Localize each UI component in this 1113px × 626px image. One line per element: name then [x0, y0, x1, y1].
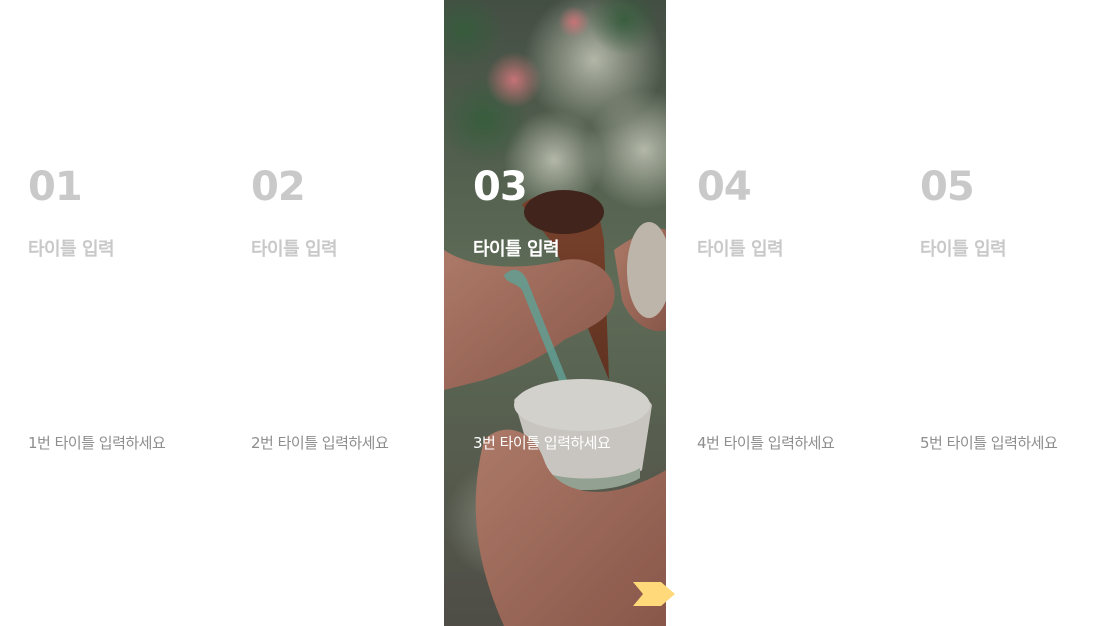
- slide-title: 타이틀 입력: [920, 239, 1007, 260]
- slide-description: 5번 타이틀 입력하세요: [920, 434, 1058, 452]
- ice-cream-photo: [444, 0, 666, 626]
- slide-panel-1[interactable]: 01 타이틀 입력 1번 타이틀 입력하세요: [0, 0, 222, 626]
- slide-title: 타이틀 입력: [697, 239, 784, 260]
- slide-number: 02: [251, 164, 306, 210]
- slide-number: 05: [920, 164, 975, 210]
- slide-title: 타이틀 입력: [251, 239, 338, 260]
- slide-number: 03: [473, 164, 528, 210]
- slide-panel-2[interactable]: 02 타이틀 입력 2번 타이틀 입력하세요: [223, 0, 445, 626]
- slide-number: 01: [28, 164, 83, 210]
- slide-title: 타이틀 입력: [28, 239, 115, 260]
- slide-panel-5[interactable]: 05 타이틀 입력 5번 타이틀 입력하세요: [892, 0, 1113, 626]
- slide-panel-3-active[interactable]: 03 타이틀 입력 3번 타이틀 입력하세요: [444, 0, 666, 626]
- slide-description: 4번 타이틀 입력하세요: [697, 434, 835, 452]
- slide-stage: 01 타이틀 입력 1번 타이틀 입력하세요 02 타이틀 입력 2번 타이틀 …: [0, 0, 1113, 626]
- slide-description: 2번 타이틀 입력하세요: [251, 434, 389, 452]
- slide-title: 타이틀 입력: [473, 239, 560, 260]
- slide-description: 1번 타이틀 입력하세요: [28, 434, 166, 452]
- slide-number: 04: [697, 164, 752, 210]
- slide-description: 3번 타이틀 입력하세요: [473, 434, 611, 452]
- slide-panel-4[interactable]: 04 타이틀 입력 4번 타이틀 입력하세요: [669, 0, 891, 626]
- chevron-right-icon[interactable]: [631, 580, 677, 608]
